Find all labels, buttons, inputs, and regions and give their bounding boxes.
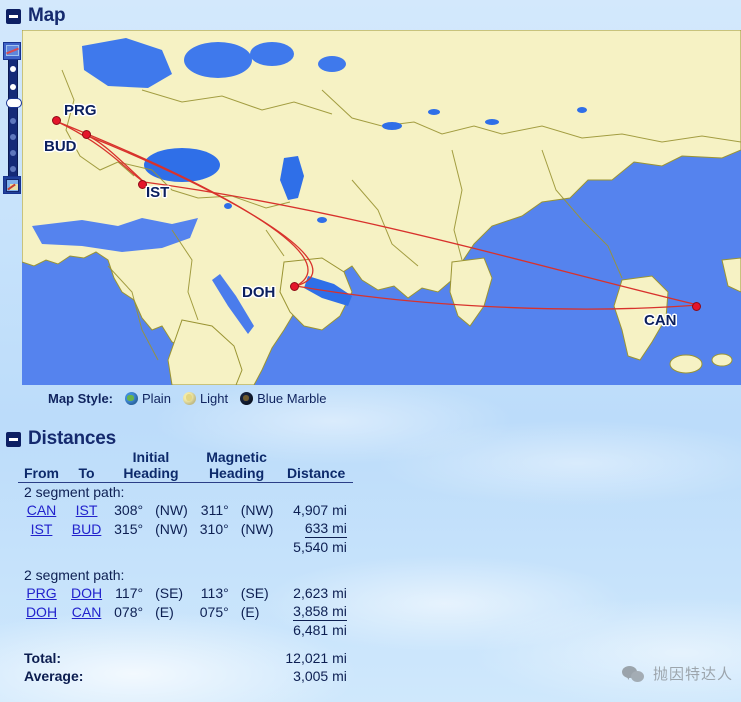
zoom-range-icon[interactable] — [3, 42, 21, 60]
map-graphic — [22, 30, 741, 385]
globe-plain-icon — [125, 392, 139, 405]
segment-to-link[interactable]: IST — [76, 502, 98, 518]
airport-code-label: IST — [146, 184, 170, 201]
segment-from-link[interactable]: CAN — [27, 502, 57, 518]
segment-to-link[interactable]: BUD — [72, 521, 102, 537]
path-label-row: 2 segment path: — [18, 483, 353, 502]
zoom-slider-track[interactable] — [6, 60, 22, 176]
marker-dot-icon — [82, 130, 91, 139]
segment-to-link[interactable]: DOH — [71, 585, 102, 601]
path-label: 2 segment path: — [24, 567, 125, 583]
marker-dot-icon — [52, 116, 61, 125]
map-style-option-label: Plain — [142, 391, 171, 406]
watermark-text: 抛因特达人 — [652, 665, 733, 683]
path-subtotal-row: 6,481 mi — [18, 621, 353, 639]
path-label-row: 2 segment path: — [18, 566, 353, 584]
segment-to-link[interactable]: CAN — [72, 604, 102, 620]
segment-initial-heading: 117° — [115, 585, 144, 601]
segment-initial-direction: (E) — [155, 603, 174, 620]
map-canvas[interactable]: PRG BUD IST DOH CAN — [22, 30, 741, 385]
path-subtotal: 5,540 mi — [293, 539, 347, 555]
segment-initial-direction: (NW) — [155, 502, 188, 518]
segment-initial-heading: 315° — [114, 520, 144, 537]
segment-magnetic-direction: (E) — [240, 603, 260, 620]
map-collapse-icon[interactable] — [6, 8, 21, 24]
zoom-tick[interactable] — [10, 134, 16, 140]
segment-magnetic-direction: (NW) — [240, 502, 274, 518]
wechat-icon — [621, 665, 646, 683]
total-row: Total: 12,021 mi — [18, 649, 353, 667]
column-header-to: To — [65, 449, 109, 483]
marker-dot-icon — [290, 282, 299, 291]
average-value: 3,005 mi — [293, 668, 347, 684]
distances-collapse-icon[interactable] — [6, 431, 21, 447]
airport-code-label: CAN — [644, 312, 677, 329]
map-style-option-label: Light — [199, 391, 229, 406]
watermark: 抛因特达人 — [621, 663, 733, 684]
table-row: DOH CAN 078° (E) 075° (E) 3,858 mi — [18, 602, 353, 621]
map-style-option-light[interactable]: Light — [182, 391, 229, 406]
map-style-label: Map Style: — [48, 391, 114, 406]
column-header-initial-heading: Initial Heading — [108, 449, 194, 483]
segment-initial-direction: (SE) — [155, 585, 184, 601]
segment-distance: 2,623 mi — [293, 585, 347, 601]
total-label: Total: — [24, 650, 62, 666]
table-header: From To Initial Heading Magnetic Heading… — [18, 449, 353, 483]
table-row: CAN IST 308° (NW) 311° (NW) 4,907 mi — [18, 501, 353, 519]
segment-distance: 3,858 mi — [293, 603, 347, 621]
segment-distance: 633 mi — [304, 520, 347, 538]
zoom-tick[interactable] — [10, 118, 16, 124]
spacer-row — [18, 639, 353, 649]
map-style-bar: Map Style: Plain Light Blue Marble — [48, 391, 327, 406]
column-header-from: From — [18, 449, 65, 483]
map-style-option-blue-marble[interactable]: Blue Marble — [240, 391, 327, 406]
segment-from-link[interactable]: PRG — [26, 585, 56, 601]
map-zoom-control[interactable] — [2, 42, 22, 194]
zoom-tick[interactable] — [10, 66, 16, 72]
segment-magnetic-heading: 113° — [200, 585, 229, 601]
table-row: IST BUD 315° (NW) 310° (NW) 633 mi — [18, 519, 353, 538]
zoom-slider-handle[interactable] — [6, 98, 22, 108]
table-body: 2 segment path: CAN IST 308° (NW) 311° (… — [18, 483, 353, 686]
globe-light-icon — [182, 392, 196, 405]
map-style-option-plain[interactable]: Plain — [125, 391, 171, 406]
zoom-tick[interactable] — [10, 150, 16, 156]
globe-blue-marble-icon — [240, 392, 254, 405]
map-style-option-label: Blue Marble — [257, 391, 327, 406]
column-header-magnetic-heading: Magnetic Heading — [193, 449, 280, 483]
marker-dot-icon — [692, 302, 701, 311]
zoom-tick[interactable] — [10, 84, 16, 90]
path-label: 2 segment path: — [24, 484, 125, 500]
zoom-globe-icon[interactable] — [3, 176, 21, 194]
total-value: 12,021 mi — [285, 650, 347, 666]
spacer-row — [18, 556, 353, 566]
average-label: Average: — [24, 668, 84, 684]
segment-initial-heading: 078° — [114, 603, 144, 620]
segment-from-link[interactable]: DOH — [26, 604, 57, 620]
airport-code-label: PRG — [64, 102, 97, 119]
airport-code-label: DOH — [242, 284, 276, 301]
segment-from-link[interactable]: IST — [31, 521, 53, 537]
segment-magnetic-heading: 311° — [200, 502, 229, 518]
segment-magnetic-direction: (SE) — [240, 585, 269, 601]
zoom-tick[interactable] — [10, 166, 16, 172]
segment-magnetic-heading: 310° — [199, 520, 229, 537]
distances-title-text: Distances — [28, 428, 116, 449]
average-row: Average: 3,005 mi — [18, 667, 353, 685]
segment-distance: 4,907 mi — [293, 502, 347, 518]
table-row: PRG DOH 117° (SE) 113° (SE) 2,623 mi — [18, 584, 353, 602]
segment-magnetic-heading: 075° — [199, 603, 229, 620]
segment-magnetic-direction: (NW) — [240, 520, 274, 537]
segment-initial-heading: 308° — [114, 502, 144, 518]
column-header-distance: Distance — [279, 449, 353, 483]
table-header-row: From To Initial Heading Magnetic Heading… — [18, 449, 353, 483]
path-subtotal-row: 5,540 mi — [18, 538, 353, 556]
map-section-title: Map — [6, 5, 66, 27]
distances-section-title: Distances — [6, 428, 116, 450]
distances-table: From To Initial Heading Magnetic Heading… — [18, 449, 353, 685]
path-subtotal: 6,481 mi — [293, 622, 347, 638]
segment-initial-direction: (NW) — [155, 520, 188, 537]
map-title-text: Map — [28, 5, 66, 26]
airport-code-label: BUD — [44, 138, 77, 155]
